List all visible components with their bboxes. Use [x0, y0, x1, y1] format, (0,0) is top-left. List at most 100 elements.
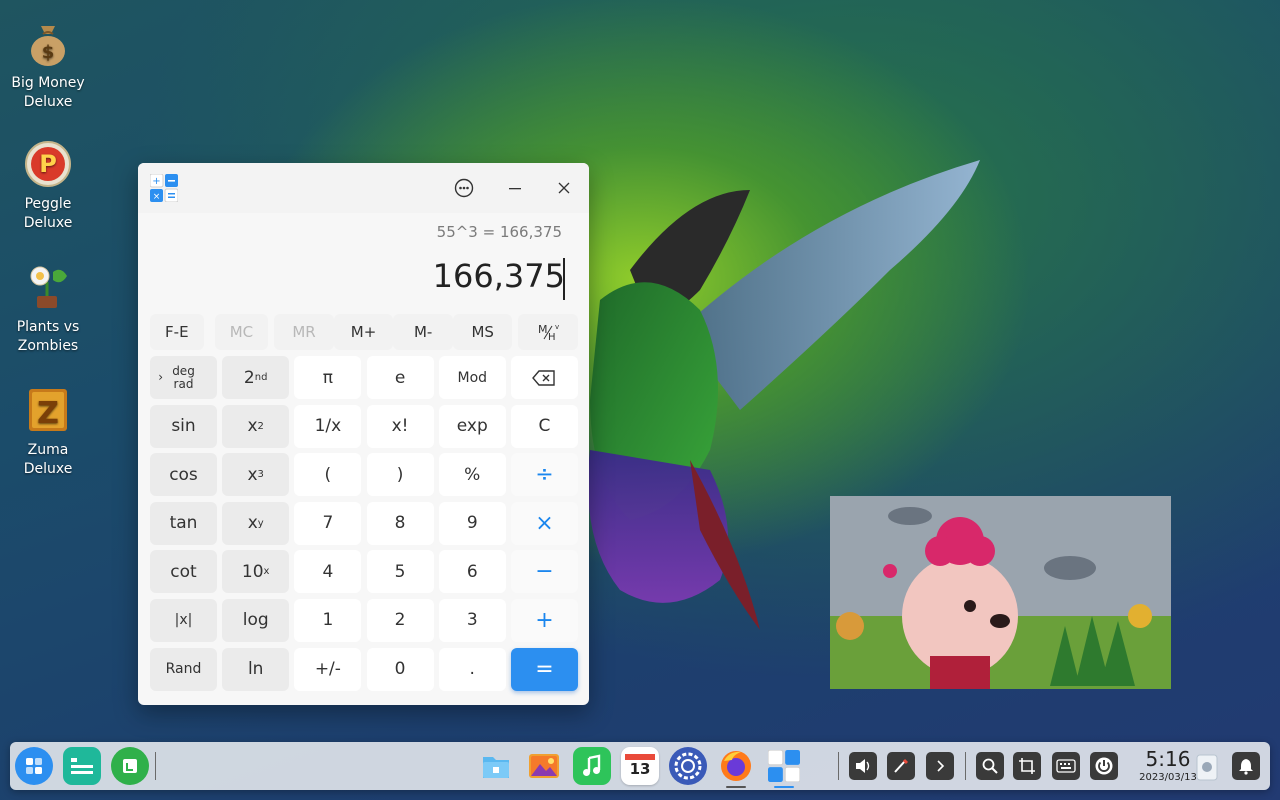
- digit-6-button[interactable]: 6: [438, 550, 506, 594]
- cos-button[interactable]: cos: [150, 453, 217, 497]
- rand-button[interactable]: Rand: [150, 647, 217, 691]
- digit-0-button[interactable]: 0: [366, 647, 434, 691]
- square-button[interactable]: x2: [222, 404, 290, 448]
- keyboard-button[interactable]: [1052, 752, 1080, 780]
- calculator-app-icon: + ×: [150, 174, 178, 202]
- minimize-button[interactable]: [500, 173, 530, 203]
- ln-button[interactable]: ln: [222, 647, 290, 691]
- clear-button[interactable]: C: [510, 404, 578, 448]
- svg-text:Z: Z: [37, 396, 59, 431]
- equals-button[interactable]: =: [510, 647, 578, 691]
- menu-button[interactable]: [449, 173, 479, 203]
- digit-3-button[interactable]: 3: [438, 598, 506, 642]
- screenshot-button[interactable]: [1013, 752, 1041, 780]
- close-button[interactable]: [549, 173, 579, 203]
- calculator-taskbar-button[interactable]: [765, 747, 803, 785]
- cot-button[interactable]: cot: [150, 550, 217, 594]
- mc-button[interactable]: MC: [214, 314, 269, 350]
- key-label: 2: [243, 367, 255, 388]
- desktop-icon-label: Peggle Deluxe: [23, 196, 73, 231]
- left-paren-button[interactable]: (: [294, 453, 362, 497]
- deg-rad-toggle[interactable]: › deg rad: [150, 356, 217, 399]
- m-minus-button[interactable]: M-: [393, 314, 453, 350]
- e-button[interactable]: e: [366, 356, 434, 399]
- more-options-icon: [454, 178, 474, 198]
- key-sup: nd: [254, 372, 268, 383]
- multitask-view-button[interactable]: [63, 747, 101, 785]
- digit-4-button[interactable]: 4: [294, 550, 362, 594]
- active-indicator: [774, 786, 794, 788]
- digit-2-button[interactable]: 2: [366, 598, 434, 642]
- backspace-button[interactable]: [510, 356, 578, 399]
- image-viewer-button[interactable]: [525, 747, 563, 785]
- right-paren-button[interactable]: ): [366, 453, 434, 497]
- digit-7-button[interactable]: 7: [294, 501, 362, 545]
- trash-icon: [1196, 754, 1218, 781]
- mr-button[interactable]: MR: [274, 314, 334, 350]
- tan-button[interactable]: tan: [150, 501, 217, 545]
- mod-button[interactable]: Mod: [438, 356, 506, 399]
- digit-9-button[interactable]: 9: [438, 501, 506, 545]
- ten-power-button[interactable]: 10 x: [222, 550, 290, 594]
- expand-tray-button[interactable]: [926, 752, 954, 780]
- notifications-button[interactable]: [1232, 752, 1260, 780]
- exp-button[interactable]: exp: [438, 404, 506, 448]
- digit-8-button[interactable]: 8: [366, 501, 434, 545]
- key-sup: 3: [257, 469, 264, 481]
- power-button[interactable]: xy: [222, 501, 290, 545]
- calculator-window: + × 55^3 = 166,375 166,375 F-E MC MR M+ …: [138, 163, 589, 705]
- control-center-button[interactable]: [669, 747, 707, 785]
- reciprocal-button[interactable]: 1/x: [294, 404, 362, 448]
- launcher-icon: [26, 758, 42, 774]
- desktop-icon-label: Zuma Deluxe: [23, 442, 73, 477]
- cube-button[interactable]: x3: [222, 453, 290, 497]
- music-note-icon: [583, 754, 601, 776]
- screen-draw-button[interactable]: [887, 752, 915, 780]
- calendar-button[interactable]: 13: [621, 747, 659, 785]
- digit-1-button[interactable]: 1: [294, 598, 362, 642]
- power-button[interactable]: [1090, 752, 1118, 780]
- taskbar: 13 5:16 2023/03/13: [10, 742, 1270, 790]
- sin-button[interactable]: sin: [150, 404, 217, 448]
- memory-list-button[interactable]: M H v: [518, 314, 579, 350]
- percent-button[interactable]: %: [438, 453, 506, 497]
- multitask-icon: [68, 754, 96, 778]
- volume-button[interactable]: [849, 752, 877, 780]
- negate-button[interactable]: +/-: [294, 647, 362, 691]
- factorial-button[interactable]: x!: [366, 404, 434, 448]
- multiply-button[interactable]: ×: [510, 501, 578, 545]
- search-button[interactable]: [976, 752, 1004, 780]
- settings-gear-icon: [674, 752, 702, 780]
- video-preview-window[interactable]: [830, 496, 1171, 689]
- fe-button[interactable]: F-E: [150, 314, 204, 350]
- app-store-icon: [123, 759, 137, 773]
- plus-button[interactable]: +: [510, 598, 578, 642]
- trash-button[interactable]: [1188, 747, 1226, 785]
- desktop-icon-big-money[interactable]: $ Big Money Deluxe: [0, 18, 96, 112]
- log-button[interactable]: log: [222, 598, 290, 642]
- deg-label: deg: [172, 363, 195, 378]
- firefox-button[interactable]: [717, 747, 755, 785]
- pi-button[interactable]: π: [294, 356, 362, 399]
- app-store-button[interactable]: [111, 747, 149, 785]
- firefox-icon: [721, 751, 751, 781]
- key-label: x: [247, 416, 258, 437]
- ms-button[interactable]: MS: [452, 314, 513, 350]
- decimal-button[interactable]: .: [438, 647, 506, 691]
- peggle-icon: P: [25, 141, 71, 187]
- launcher-button[interactable]: [15, 747, 53, 785]
- result-display[interactable]: 166,375: [433, 257, 565, 295]
- divide-button[interactable]: ÷: [510, 453, 578, 497]
- desktop-icon-plants-vs-zombies[interactable]: Plants vs Zombies: [0, 262, 96, 356]
- key-label: x: [247, 513, 258, 534]
- m-plus-button[interactable]: M+: [333, 314, 394, 350]
- file-manager-button[interactable]: [477, 747, 515, 785]
- second-function-button[interactable]: 2nd: [222, 356, 290, 399]
- desktop-icon-zuma[interactable]: Z Zuma Deluxe: [0, 385, 96, 479]
- memory-row: F-E MC MR M+ M- MS M H v: [150, 314, 579, 350]
- minus-button[interactable]: −: [510, 550, 578, 594]
- digit-5-button[interactable]: 5: [366, 550, 434, 594]
- abs-button[interactable]: |x|: [150, 598, 217, 642]
- music-button[interactable]: [573, 747, 611, 785]
- desktop-icon-peggle[interactable]: P Peggle Deluxe: [0, 139, 96, 233]
